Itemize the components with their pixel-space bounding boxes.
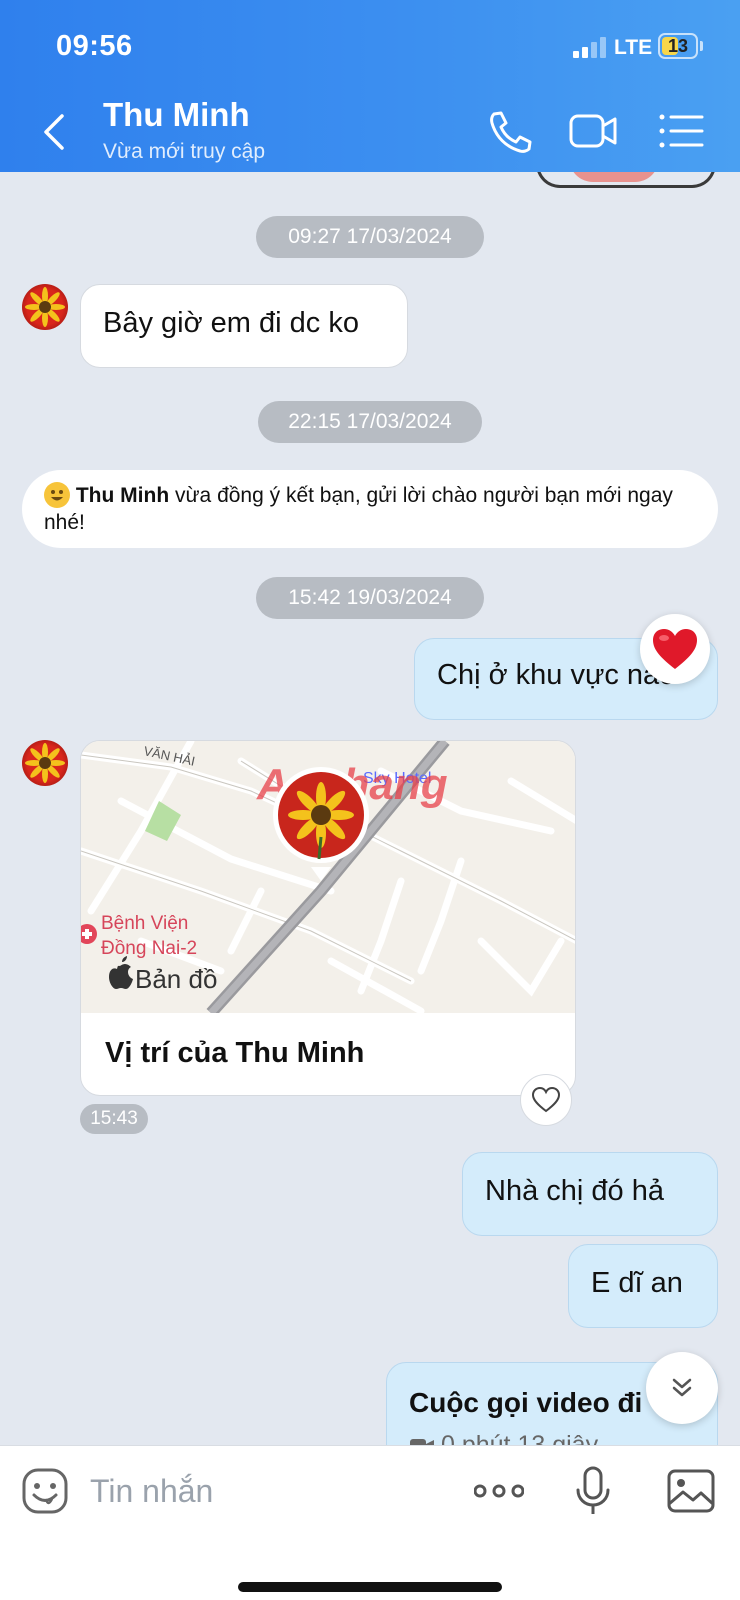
hospital-label-line1: Bệnh Viện <box>101 913 188 934</box>
message-list[interactable]: 09:27 17/03/2024 Bây giờ em đi dc ko 22:… <box>0 172 740 1445</box>
emoji-icon <box>22 1468 68 1514</box>
sticker-peek <box>536 172 716 188</box>
more-icon <box>473 1484 525 1498</box>
message-time: 15:43 <box>80 1104 148 1134</box>
voice-message-button[interactable] <box>568 1466 618 1516</box>
map-preview[interactable]: VĂN HẢI Sky Hotel Apphang Bệnh Viện Đồng… <box>81 741 575 1018</box>
message-text: E dĩ an <box>591 1267 683 1299</box>
video-call-button[interactable] <box>568 108 620 154</box>
date-separator: 15:42 19/03/2024 <box>256 577 484 619</box>
message-text: Chị ở khu vực nào <box>437 659 676 691</box>
video-camera-icon <box>410 1439 434 1445</box>
home-indicator <box>238 1582 502 1592</box>
menu-button[interactable] <box>658 108 710 154</box>
reaction-heart[interactable] <box>640 614 710 684</box>
hospital-label-line2: Đồng Nai-2 <box>101 938 197 959</box>
avatar[interactable] <box>22 740 68 786</box>
grin-emoji-icon <box>44 482 70 508</box>
image-icon <box>667 1469 715 1513</box>
contact-status: Vừa mới truy cập <box>103 140 266 163</box>
message-bubble-incoming[interactable]: Bây giờ em đi dc ko <box>80 284 408 368</box>
composer <box>0 1445 740 1600</box>
maps-brand: Bản đồ <box>135 964 217 994</box>
chat-header: 09:56 LTE 13 Thu Minh Vừa mới truy cập <box>0 0 740 172</box>
heart-icon <box>653 629 697 669</box>
message-text: Bây giờ em đi dc ko <box>103 307 359 339</box>
call-duration: 0 phút 13 giây <box>409 1431 598 1445</box>
avatar[interactable] <box>22 284 68 330</box>
back-icon <box>44 114 64 150</box>
chevron-down-icon <box>672 1378 692 1397</box>
scroll-to-bottom-button[interactable] <box>646 1352 718 1424</box>
image-button[interactable] <box>666 1466 716 1516</box>
back-button[interactable] <box>36 108 76 156</box>
date-separator: 09:27 17/03/2024 <box>256 216 484 258</box>
status-time: 09:56 <box>56 30 133 62</box>
signal-icon <box>573 36 607 58</box>
location-title: Vị trí của Thu Minh <box>105 1037 365 1069</box>
voice-call-button[interactable] <box>484 108 536 154</box>
emoji-button[interactable] <box>20 1466 70 1516</box>
microphone-icon <box>576 1466 610 1514</box>
video-camera-icon <box>569 114 617 148</box>
network-type: LTE <box>614 36 653 59</box>
location-card[interactable]: VĂN HẢI Sky Hotel Apphang Bệnh Viện Đồng… <box>80 740 576 1096</box>
message-text: Nhà chị đó hả <box>485 1175 664 1207</box>
like-icon <box>531 1086 561 1113</box>
call-duration-text: 0 phút 13 giây <box>441 1431 599 1445</box>
battery-level: 13 <box>667 36 689 56</box>
message-input[interactable] <box>90 1464 440 1518</box>
message-bubble-outgoing[interactable]: E dĩ an <box>568 1244 718 1328</box>
menu-icon <box>659 114 704 148</box>
date-separator: 22:15 17/03/2024 <box>258 401 482 443</box>
like-button[interactable] <box>520 1074 572 1126</box>
friend-accepted-notice: Thu Minh vừa đồng ý kết bạn, gửi lời chà… <box>22 470 718 548</box>
battery-icon: 13 <box>658 33 698 59</box>
more-button[interactable] <box>473 1466 525 1516</box>
system-name[interactable]: Thu Minh <box>76 484 169 507</box>
message-bubble-outgoing[interactable]: Nhà chị đó hả <box>462 1152 718 1236</box>
contact-name[interactable]: Thu Minh <box>103 96 250 134</box>
phone-icon <box>490 111 532 153</box>
